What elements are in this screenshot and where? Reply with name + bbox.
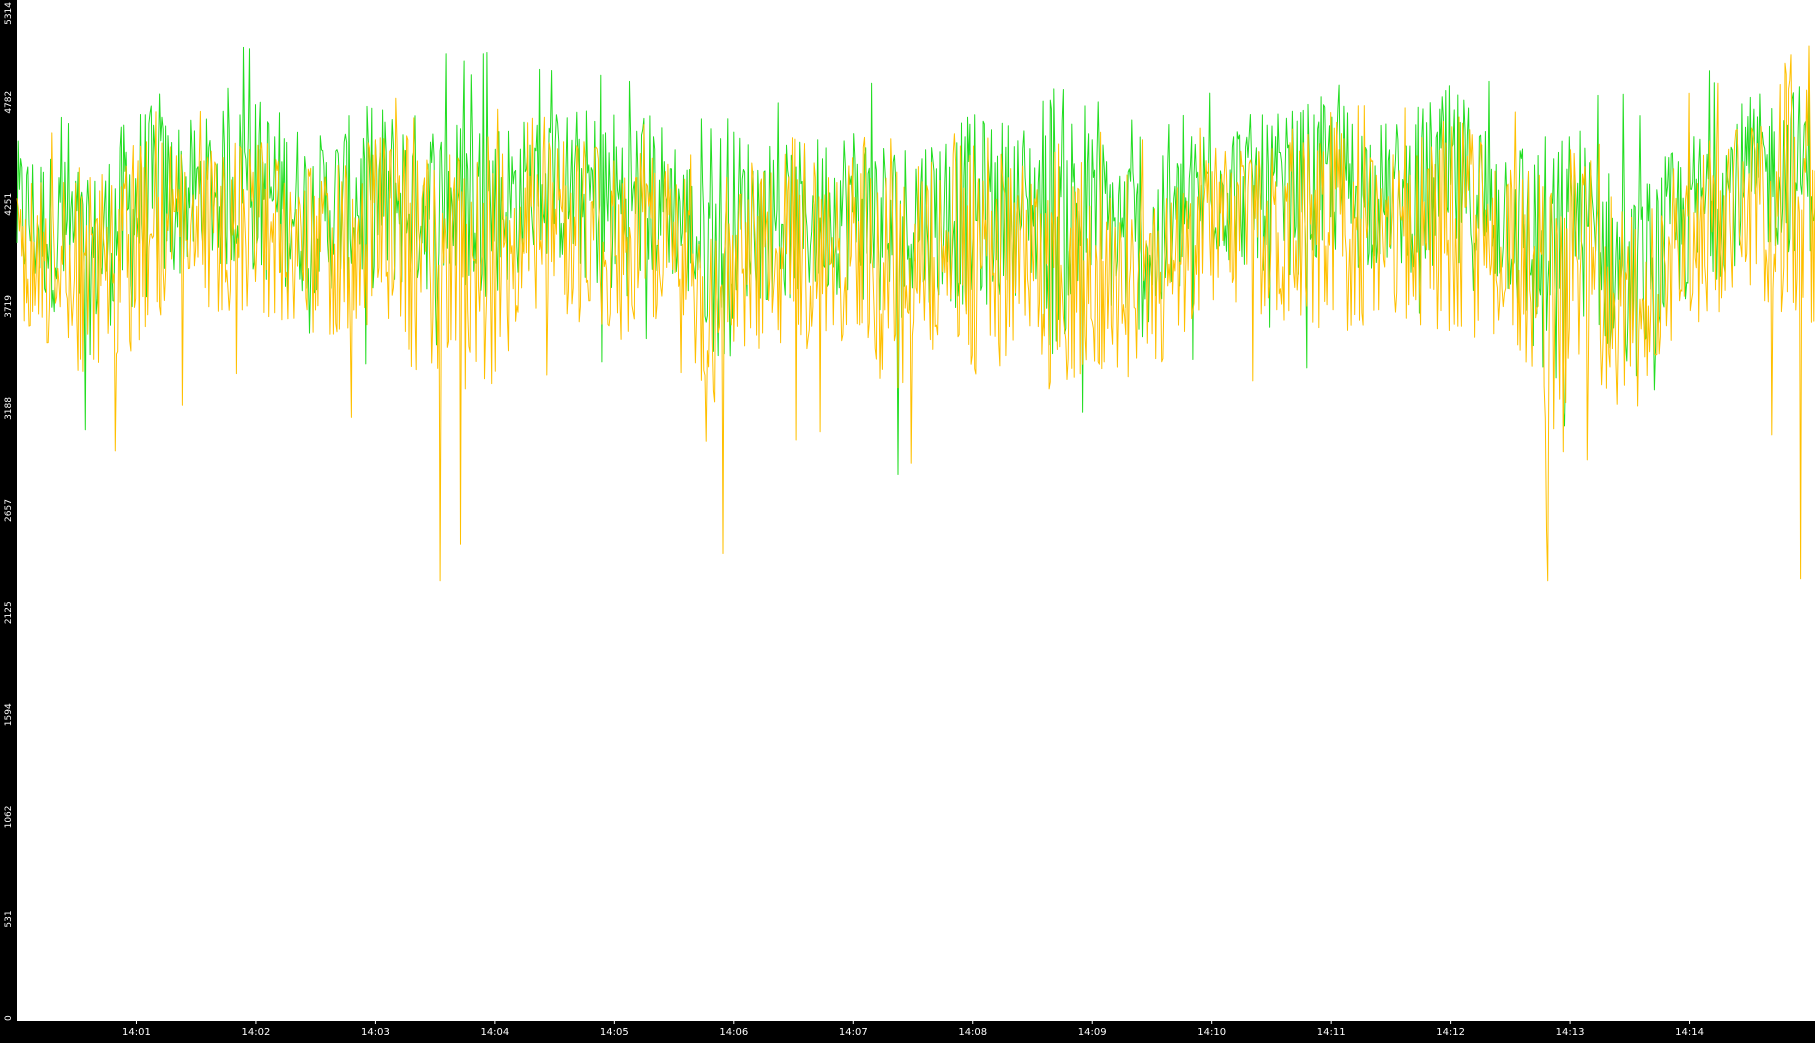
- y-tick-label: 4251: [4, 193, 14, 216]
- x-tick-label: 14:05: [600, 1027, 629, 1038]
- y-tick-label: 0: [4, 1015, 14, 1021]
- y-tick-label: 2657: [4, 499, 14, 522]
- x-tick-label: 14:08: [958, 1027, 987, 1038]
- y-tick-label: 4782: [4, 91, 14, 114]
- x-tick-label: 14:03: [361, 1027, 390, 1038]
- y-tick-label: 3188: [4, 397, 14, 420]
- x-tick-label: 14:13: [1556, 1027, 1585, 1038]
- y-tick-label: 531: [4, 910, 14, 927]
- y-tick-label: 1594: [4, 703, 14, 726]
- x-tick-label: 14:04: [480, 1027, 509, 1038]
- y-tick-label: 1062: [4, 806, 14, 829]
- x-tick-label: 14:06: [719, 1027, 748, 1038]
- x-tick-label: 14:10: [1197, 1027, 1226, 1038]
- x-tick-label: 14:02: [242, 1027, 271, 1038]
- x-tick-label: 14:12: [1436, 1027, 1465, 1038]
- chart: 0 531 1062 1594 2125 2657 3188 3719 4251 4782 5314…: [0, 0, 1815, 1039]
- x-tick-label: 14:14: [1675, 1027, 1704, 1038]
- x-tick-label: 14:01: [122, 1027, 151, 1038]
- y-tick-label: 3719: [4, 295, 14, 318]
- x-tick-label: 14:11: [1317, 1027, 1346, 1038]
- y-tick-label: 5314: [4, 2, 14, 25]
- x-tick-label: 14:07: [839, 1027, 868, 1038]
- chart-svg: 0 531 1062 1594 2125 2657 3188 3719 4251 4782 5314…: [0, 0, 1815, 1039]
- x-tick-label: 14:09: [1078, 1027, 1107, 1038]
- y-tick-label: 2125: [4, 601, 14, 624]
